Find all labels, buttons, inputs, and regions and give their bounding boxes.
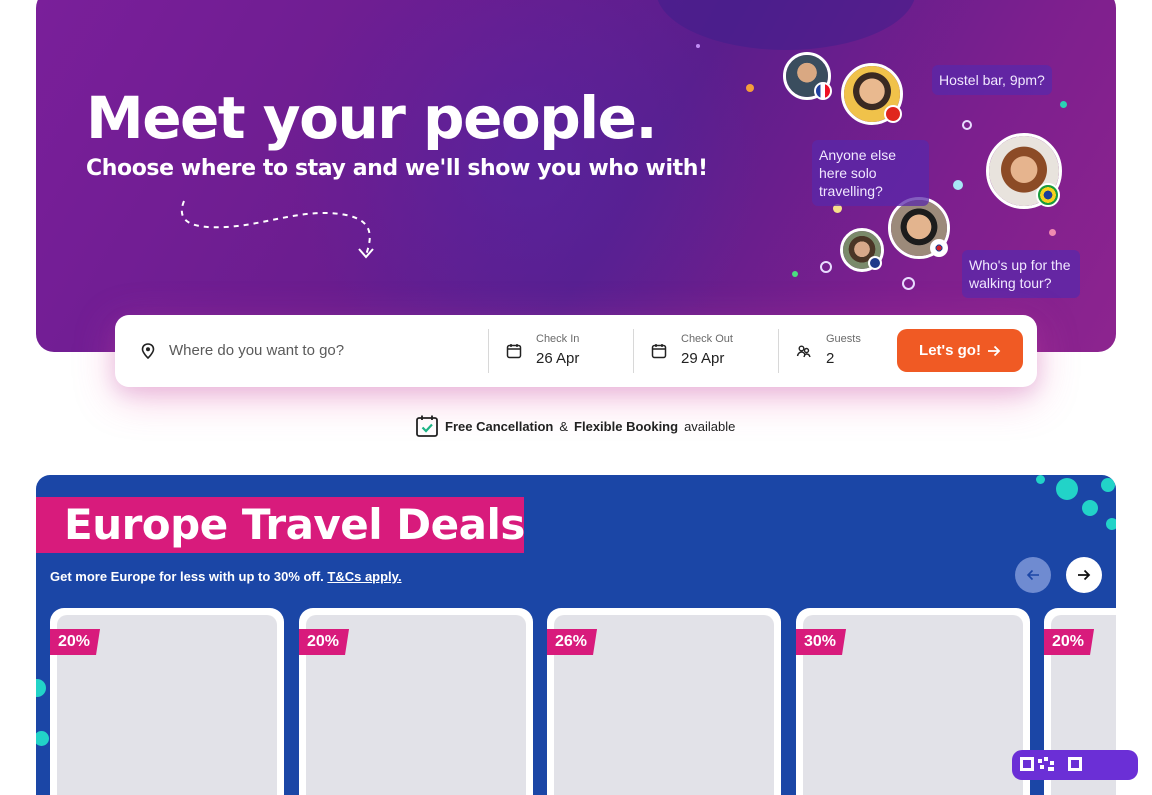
discount-badge: 20% bbox=[50, 629, 101, 655]
check-out-label: Check Out bbox=[681, 333, 733, 345]
china-flag-icon bbox=[884, 105, 902, 123]
terms-link[interactable]: T&Cs apply. bbox=[327, 569, 401, 584]
deals-title: Europe Travel Deals bbox=[64, 500, 525, 549]
dashed-arrow-icon bbox=[180, 200, 374, 259]
chat-bubble: Who's up for the walking tour? bbox=[962, 250, 1080, 298]
hero-subtitle: Choose where to stay and we'll show you … bbox=[86, 156, 708, 181]
check-in-value: 26 Apr bbox=[536, 350, 580, 367]
decor-dot bbox=[1049, 229, 1056, 236]
destination-input[interactable]: Where do you want to go? bbox=[169, 342, 469, 359]
discount-badge: 26% bbox=[547, 629, 598, 655]
divider bbox=[488, 329, 489, 373]
carousel-prev-button[interactable] bbox=[1015, 557, 1051, 593]
guests-label: Guests bbox=[826, 333, 861, 345]
deal-card[interactable]: 20% bbox=[50, 608, 284, 795]
france-flag-icon bbox=[814, 82, 832, 100]
qr-code-icon bbox=[1020, 757, 1082, 771]
divider bbox=[778, 329, 779, 373]
check-out-value: 29 Apr bbox=[681, 350, 725, 367]
deals-subtitle: Get more Europe for less with up to 30% … bbox=[50, 569, 402, 584]
discount-badge: 20% bbox=[299, 629, 350, 655]
decor-dot bbox=[1082, 500, 1098, 516]
arrow-left-icon bbox=[1026, 569, 1039, 581]
deal-card[interactable]: 30% bbox=[796, 608, 1030, 795]
hero-banner: Meet your people. Choose where to stay a… bbox=[36, 0, 1116, 352]
south-korea-flag-icon bbox=[930, 239, 948, 257]
app-qr-widget[interactable] bbox=[1012, 750, 1138, 780]
free-cancellation-text: Free Cancellation bbox=[445, 418, 554, 434]
check-in-label: Check In bbox=[536, 333, 580, 345]
decor-dot bbox=[36, 731, 49, 746]
hero-title: Meet your people. bbox=[86, 84, 658, 152]
deals-subtitle-text: Get more Europe for less with up to 30% … bbox=[50, 569, 324, 584]
guests-icon bbox=[796, 345, 811, 358]
arrow-right-icon bbox=[1078, 569, 1091, 581]
decor-dot bbox=[792, 271, 798, 277]
calendar-check-icon bbox=[416, 415, 438, 437]
decor-dot bbox=[1101, 478, 1115, 492]
deal-card[interactable]: 20% bbox=[299, 608, 533, 795]
decor-dot bbox=[1056, 478, 1078, 500]
decor-dot bbox=[1036, 475, 1045, 484]
discount-badge: 30% bbox=[796, 629, 847, 655]
decor-dot bbox=[696, 44, 700, 48]
decor-dot bbox=[1060, 101, 1067, 108]
booking-notice: Free Cancellation & Flexible Booking ava… bbox=[415, 414, 735, 438]
calendar-icon bbox=[651, 344, 667, 359]
decor-dot bbox=[1106, 518, 1116, 530]
deal-card[interactable]: 26% bbox=[547, 608, 781, 795]
decor-dot bbox=[746, 84, 754, 92]
arrow-right-icon bbox=[987, 345, 1001, 356]
calendar-icon bbox=[506, 344, 522, 359]
search-submit-button[interactable]: Let's go! bbox=[897, 329, 1023, 372]
carousel-next-button[interactable] bbox=[1066, 557, 1102, 593]
guests-value: 2 bbox=[826, 350, 835, 367]
brazil-flag-icon bbox=[1036, 183, 1060, 207]
chat-bubble: Hostel bar, 9pm? bbox=[932, 65, 1052, 95]
search-submit-label: Let's go! bbox=[919, 342, 981, 359]
flexible-booking-text: Flexible Booking bbox=[574, 418, 679, 434]
australia-flag-icon bbox=[868, 256, 882, 270]
search-bar: Where do you want to go? Check In 26 Apr… bbox=[115, 315, 1037, 387]
available-text: available bbox=[684, 418, 736, 434]
decor-ring bbox=[902, 277, 915, 290]
location-pin-icon bbox=[141, 343, 155, 359]
ampersand-text: & bbox=[559, 418, 569, 434]
decor-dot bbox=[953, 180, 963, 190]
decor-ring bbox=[962, 120, 972, 130]
divider bbox=[633, 329, 634, 373]
decor-ring bbox=[820, 261, 832, 273]
europe-deals-section: Europe Travel Deals Get more Europe for … bbox=[36, 475, 1116, 795]
discount-badge: 20% bbox=[1044, 629, 1095, 655]
chat-bubble: Anyone else here solo travelling? bbox=[812, 140, 929, 206]
decor-dot bbox=[36, 679, 46, 697]
